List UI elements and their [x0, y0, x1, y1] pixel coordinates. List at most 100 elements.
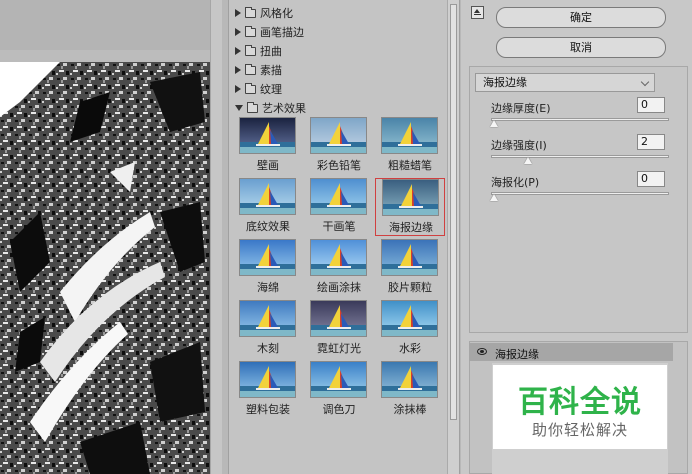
- expand-arrow-icon: [235, 9, 241, 17]
- preview-image: [0, 62, 210, 474]
- folder-brush-strokes[interactable]: 画笔描边: [235, 23, 304, 41]
- filter-select[interactable]: 海报边缘: [475, 73, 655, 92]
- filter-thumb-label: 彩色铅笔: [317, 159, 361, 172]
- folder-label: 风格化: [260, 7, 293, 20]
- edge-thickness-input[interactable]: 0: [637, 97, 665, 113]
- settings-panel: 确定 取消 海报边缘 边缘厚度(E) 0 边缘强度(I) 2 海报化(P) 0 …: [461, 0, 692, 474]
- filter-thumb-label: 海报边缘: [389, 221, 433, 234]
- filter-thumb-label: 壁画: [257, 159, 279, 172]
- filter-thumb[interactable]: 木刻: [233, 300, 303, 358]
- folder-texture[interactable]: 纹理: [235, 80, 282, 98]
- gallery-scroll-thumb[interactable]: [450, 4, 457, 420]
- filter-thumb-image: [381, 117, 438, 154]
- folder-label: 扭曲: [260, 45, 282, 58]
- preview-pane[interactable]: [0, 0, 222, 474]
- filter-thumb-image: [381, 300, 438, 337]
- folder-icon: [245, 63, 256, 75]
- posterization-knob[interactable]: [490, 194, 498, 201]
- filter-thumb-image: [239, 239, 296, 276]
- folder-icon: [245, 25, 256, 37]
- filter-thumb-image: [239, 361, 296, 398]
- collapse-arrow-icon: [235, 105, 243, 111]
- filter-thumb[interactable]: 底纹效果: [233, 178, 303, 236]
- filter-thumb-image: [382, 179, 439, 216]
- filter-thumb-label: 水彩: [399, 342, 421, 355]
- filter-thumb[interactable]: 胶片颗粒: [375, 239, 445, 297]
- filter-thumb[interactable]: 壁画: [233, 117, 303, 175]
- folder-label: 素描: [260, 64, 282, 77]
- param-label-edge-thickness: 边缘厚度(E): [491, 102, 551, 115]
- expand-arrow-icon: [235, 66, 241, 74]
- preview-scrollbar[interactable]: [210, 0, 222, 474]
- edge-intensity-slider[interactable]: [491, 155, 669, 158]
- filter-thumb-label: 海绵: [257, 281, 279, 294]
- filter-thumb-label: 绘画涂抹: [317, 281, 361, 294]
- filter-thumb[interactable]: 海绵: [233, 239, 303, 297]
- filter-thumb-label: 粗糙蜡笔: [388, 159, 432, 172]
- filter-thumb[interactable]: 霓虹灯光: [304, 300, 374, 358]
- watermark-logo: 百科全说 助你轻松解决: [493, 365, 667, 449]
- filter-thumb-label: 木刻: [257, 342, 279, 355]
- folder-icon: [245, 82, 256, 94]
- collapse-gallery-icon[interactable]: [471, 6, 484, 19]
- folder-stylize[interactable]: 风格化: [235, 4, 293, 22]
- filter-thumb-label: 胶片颗粒: [388, 281, 432, 294]
- folder-artistic[interactable]: 艺术效果: [235, 99, 306, 117]
- filter-thumb[interactable]: 彩色铅笔: [304, 117, 374, 175]
- gallery-scrollbar[interactable]: [447, 0, 459, 474]
- folder-distort[interactable]: 扭曲: [235, 42, 282, 60]
- filter-thumb-label: 霓虹灯光: [317, 342, 361, 355]
- filter-thumb-image: [310, 300, 367, 337]
- folder-label: 纹理: [260, 83, 282, 96]
- filter-thumb-label: 干画笔: [322, 220, 356, 233]
- filter-thumb-label: 塑料包装: [246, 403, 290, 416]
- filter-thumb-image: [310, 361, 367, 398]
- watermark-title: 百科全说: [518, 385, 642, 420]
- filter-thumb[interactable]: 干画笔: [304, 178, 374, 236]
- expand-arrow-icon: [235, 28, 241, 36]
- expand-arrow-icon: [235, 47, 241, 55]
- folder-icon: [245, 44, 256, 56]
- filter-thumb-image: [310, 178, 367, 215]
- edge-intensity-knob[interactable]: [524, 157, 532, 164]
- filter-thumb-label: 涂抹棒: [393, 403, 427, 416]
- watermark-subtitle: 助你轻松解决: [531, 421, 628, 439]
- filter-thumb[interactable]: 海报边缘: [375, 178, 445, 236]
- filter-thumb-image: [239, 300, 296, 337]
- preview-canvas[interactable]: [0, 62, 210, 474]
- eye-icon[interactable]: [477, 348, 487, 355]
- filter-thumb-image: [239, 117, 296, 154]
- ok-button[interactable]: 确定: [496, 7, 666, 28]
- expand-arrow-icon: [235, 85, 241, 93]
- folder-label: 艺术效果: [262, 102, 306, 115]
- filter-thumb[interactable]: 塑料包装: [233, 361, 303, 419]
- filter-thumb-image: [310, 117, 367, 154]
- filter-thumb-label: 调色刀: [322, 403, 356, 416]
- effect-layer-name: 海报边缘: [495, 348, 539, 361]
- edge-thickness-knob[interactable]: [490, 120, 498, 127]
- filter-thumb-image: [310, 239, 367, 276]
- edge-thickness-slider[interactable]: [491, 118, 669, 121]
- filter-thumb[interactable]: 调色刀: [304, 361, 374, 419]
- param-label-edge-intensity: 边缘强度(I): [491, 139, 547, 152]
- posterization-input[interactable]: 0: [637, 171, 665, 187]
- folder-sketch[interactable]: 素描: [235, 61, 282, 79]
- filter-select-value: 海报边缘: [483, 76, 527, 89]
- filter-gallery: 风格化 画笔描边 扭曲 素描 纹理 艺术效果 壁画 彩色铅笔 粗糙蜡笔底纹效果 干画笔…: [228, 0, 460, 474]
- filter-thumb[interactable]: 涂抹棒: [375, 361, 445, 419]
- edge-intensity-input[interactable]: 2: [637, 134, 665, 150]
- folder-icon: [247, 101, 258, 113]
- folder-label: 画笔描边: [260, 26, 304, 39]
- posterization-slider[interactable]: [491, 192, 669, 195]
- preview-top-area: [0, 0, 210, 50]
- filter-thumb-image: [381, 239, 438, 276]
- chevron-down-icon: [640, 77, 650, 87]
- param-label-posterization: 海报化(P): [491, 176, 540, 189]
- filter-thumb[interactable]: 绘画涂抹: [304, 239, 374, 297]
- filter-thumb[interactable]: 粗糙蜡笔: [375, 117, 445, 175]
- cancel-button[interactable]: 取消: [496, 37, 666, 58]
- filter-thumb[interactable]: 水彩: [375, 300, 445, 358]
- filter-thumb-image: [239, 178, 296, 215]
- filter-thumb-label: 底纹效果: [246, 220, 290, 233]
- folder-icon: [245, 6, 256, 18]
